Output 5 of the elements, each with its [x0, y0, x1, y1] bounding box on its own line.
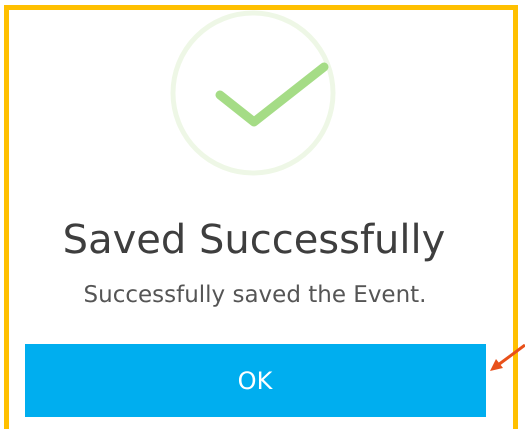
ok-button[interactable]: OK: [24, 344, 486, 417]
dialog-title: Saved Successfully: [62, 216, 446, 264]
success-check-icon: [168, 8, 338, 178]
dialog-message: Successfully saved the Event.: [84, 281, 426, 310]
arrow-icon: [488, 344, 525, 374]
